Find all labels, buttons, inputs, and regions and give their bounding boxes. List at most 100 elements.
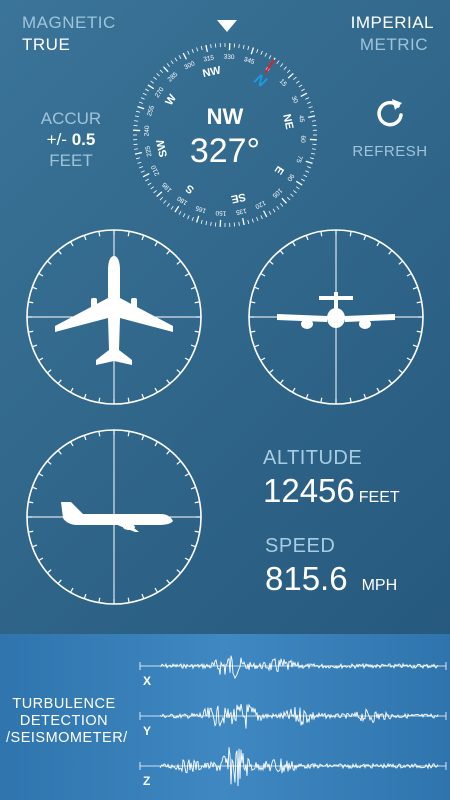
compass-tick — [251, 218, 254, 223]
axis-z-label: Z — [143, 774, 151, 788]
compass-tick — [182, 213, 186, 218]
compass-degree-label: 180 — [176, 194, 189, 206]
seismograph-traces — [139, 655, 447, 787]
yaw-gauge — [247, 228, 425, 406]
compass-tick — [286, 69, 291, 74]
altitude-unit: FEET — [358, 489, 400, 506]
compass-tick — [256, 217, 259, 222]
compass-tick — [260, 50, 263, 55]
refresh-icon — [377, 99, 403, 127]
airplane-front-icon — [277, 292, 395, 329]
compass-degree-label: 135 — [235, 207, 247, 216]
refresh-button[interactable]: REFRESH — [340, 96, 440, 160]
compass-degree-label: 300 — [183, 60, 196, 71]
axis-y-label: Y — [143, 724, 152, 738]
compass-cardinal-label: SE — [230, 190, 247, 205]
imperial-toggle[interactable]: IMPERIAL — [351, 12, 434, 34]
compass-dial: 0153045607590105120135150165180195210225… — [130, 40, 320, 230]
compass-tick — [191, 217, 194, 222]
compass-degree-label: 315 — [203, 54, 215, 63]
compass-tick — [276, 60, 280, 65]
accuracy-value-row: +/- 0.5 — [34, 129, 108, 150]
compass-tick — [200, 219, 203, 224]
compass-tick — [290, 193, 294, 197]
compass-tick — [142, 92, 147, 96]
heading-pointer-icon — [217, 20, 237, 32]
compass-tick — [305, 170, 310, 173]
speed-value-row: 815.6 MPH — [265, 560, 397, 598]
speed-panel: SPEED 815.6 MPH — [265, 535, 397, 598]
compass-tick — [210, 221, 212, 226]
compass-tick — [170, 205, 174, 210]
compass-tick — [156, 73, 160, 77]
compass-tick — [268, 55, 272, 59]
compass-tick — [178, 211, 182, 215]
compass-tick — [200, 46, 203, 51]
compass-tick — [280, 203, 284, 207]
compass-tick — [301, 178, 305, 182]
accuracy-unit: FEET — [49, 151, 93, 170]
compass-tick — [210, 44, 212, 49]
compass-tick — [150, 186, 155, 190]
altitude-title: ALTITUDE — [263, 447, 363, 469]
compass-tick — [187, 215, 190, 220]
compass-tick — [293, 190, 297, 194]
compass-tick — [174, 57, 178, 62]
true-toggle[interactable]: TRUE — [22, 34, 70, 56]
pitch-roll-gauge — [25, 228, 203, 406]
compass-tick — [170, 60, 174, 65]
turbulence-label-line3: /SEISMOMETER/ — [6, 730, 128, 746]
compass-tick — [142, 173, 150, 178]
compass-tick — [295, 80, 300, 84]
compass-degree-label: 120 — [254, 199, 267, 210]
compass-tick — [147, 182, 152, 186]
seismometer-panel: TURBULENCE DETECTION /SEISMOMETER/ X Y Z — [0, 634, 450, 800]
compass-tick — [174, 205, 180, 213]
speed-unit: MPH — [361, 577, 398, 594]
compass-degree-label: 330 — [223, 54, 235, 62]
turbulence-label-line2: DETECTION — [19, 713, 109, 729]
compass-tick — [264, 52, 268, 57]
compass-tick — [159, 196, 164, 201]
compass-tick — [300, 92, 308, 97]
compass-tick — [293, 76, 297, 80]
compass-tick — [162, 66, 169, 73]
magnetic-toggle[interactable]: MAGNETIC — [22, 12, 116, 34]
compass-degree-label: 90 — [285, 172, 295, 182]
compass-tick — [276, 205, 280, 210]
airplane-top-icon — [55, 256, 173, 365]
compass-tick — [247, 46, 250, 51]
compass-tick — [153, 190, 157, 194]
compass-tick — [178, 55, 182, 59]
airplane-side-icon — [61, 502, 173, 532]
compass-tick — [287, 72, 294, 79]
compass-tick — [238, 44, 240, 49]
compass-tick — [140, 97, 145, 100]
axis-x-label: X — [143, 674, 152, 688]
compass-tick — [182, 52, 187, 60]
accuracy-panel: ACCUR +/- 0.5 FEET — [34, 108, 108, 171]
compass-cardinal-label: NW — [201, 64, 222, 80]
compass-tick — [147, 84, 155, 90]
compass-tick — [281, 197, 288, 204]
compass-tick — [205, 220, 208, 226]
speed-value: 815.6 — [265, 560, 348, 597]
compass-tick — [196, 47, 199, 52]
compass-tick — [260, 215, 263, 220]
compass-tick — [153, 76, 157, 80]
compass-tick — [303, 174, 308, 178]
compass-tick — [191, 48, 194, 53]
compass-cardinal-label: S — [184, 182, 197, 196]
compass-tick — [247, 219, 250, 224]
compass-tick — [280, 63, 284, 67]
compass-tick — [283, 66, 287, 70]
compass-tick — [263, 210, 268, 218]
compass-tick — [268, 211, 272, 215]
metric-toggle[interactable]: METRIC — [360, 34, 428, 56]
compass-tick — [298, 84, 303, 88]
compass-tick — [156, 191, 163, 198]
compass-direction: NW — [206, 104, 244, 129]
compass-tick — [286, 196, 291, 201]
altitude-value: 12456 — [263, 472, 355, 509]
compass-tick — [242, 44, 245, 50]
